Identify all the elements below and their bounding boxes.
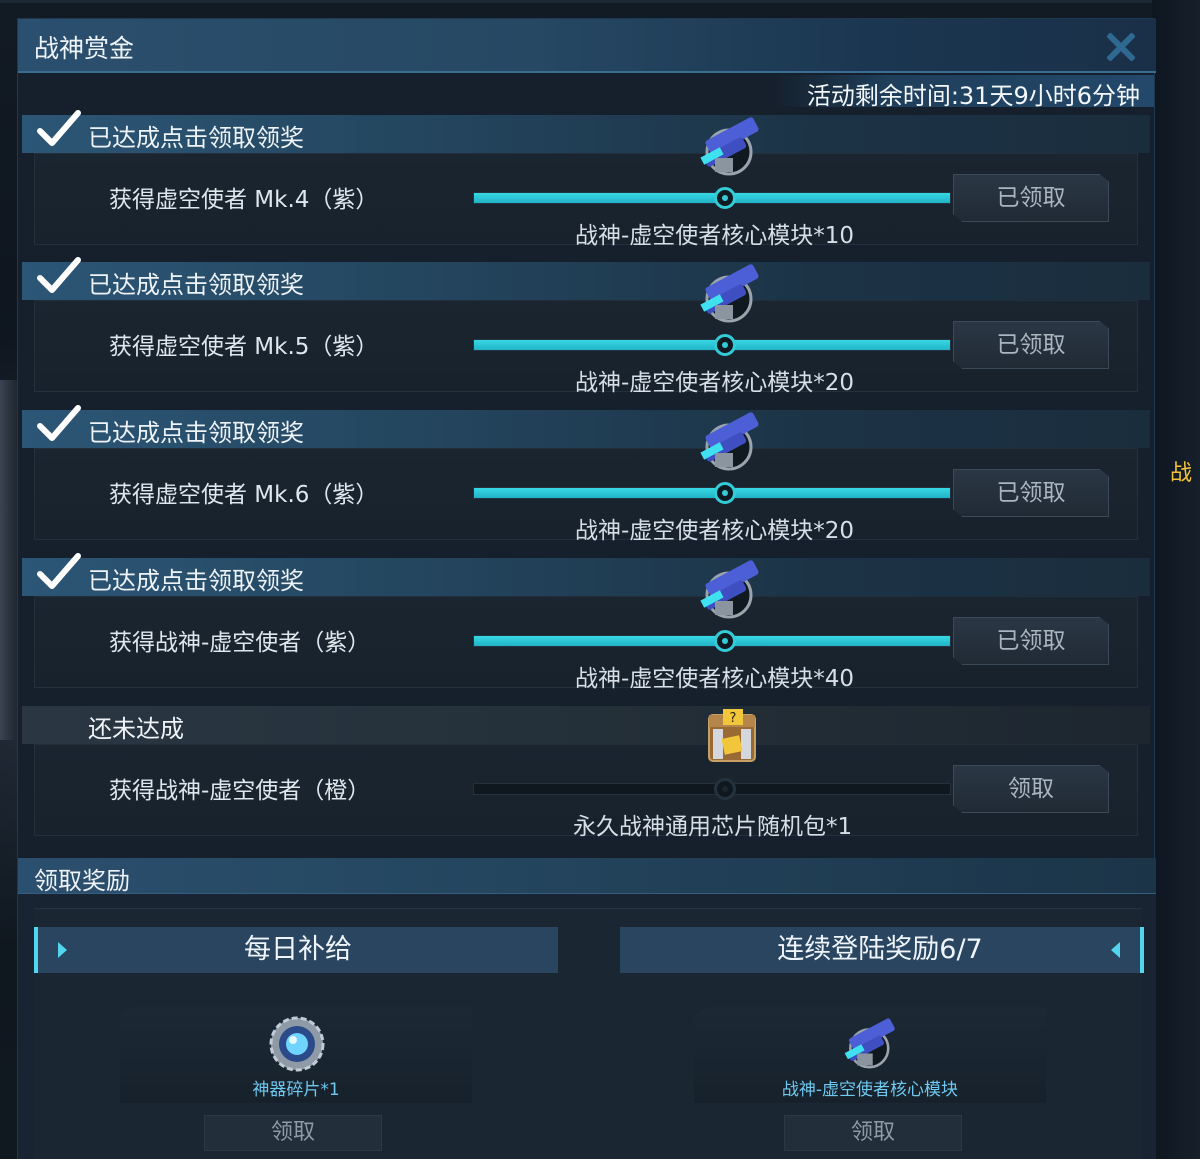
tab-label: 每日补给 — [244, 934, 352, 965]
login-claim-button[interactable]: 领取 — [784, 1115, 962, 1151]
progress-knob — [714, 630, 736, 652]
checkmark-icon — [37, 110, 81, 146]
progress-knob — [714, 778, 736, 800]
claim-rewards-section: 领取奖励 每日补给 连续登陆奖励6/7 神器碎片*1 战神-虚空使者核心模块 领… — [18, 858, 1156, 1159]
progress-fill — [474, 340, 950, 350]
section-body: 每日补给 连续登陆奖励6/7 神器碎片*1 战神-虚空使者核心模块 领取 领取 — [34, 908, 1144, 1159]
progress-knob — [714, 482, 736, 504]
time-remaining: 活动剩余时间:31天9小时6分钟 — [806, 82, 1140, 110]
claim-button[interactable]: 领取 — [953, 765, 1109, 813]
reward-row: 已达成点击领取领奖 获得虚空使者 Mk.6（紫） 战神-虚空使者核心模块*20 … — [22, 405, 1150, 552]
row-label: 获得战神-虚空使者（橙） — [109, 778, 371, 804]
row-label: 获得战神-虚空使者（紫） — [109, 630, 371, 656]
progress-knob — [714, 187, 736, 209]
background-side-text: 战 — [1169, 461, 1192, 486]
row-body: 获得虚空使者 Mk.4（紫） 战神-虚空使者核心模块*10 已领取 — [34, 117, 1138, 249]
daily-reward-card: 神器碎片*1 — [120, 1007, 472, 1103]
bounty-window: 战神赏金 活动剩余时间:31天9小时6分钟 已达成点击领取领奖 获得虚空使者 M… — [17, 18, 1156, 1159]
tab-label: 连续登陆奖励6/7 — [777, 934, 983, 965]
claimed-button-label: 已领取 — [996, 332, 1066, 358]
reward-row: 已达成点击领取领奖 获得虚空使者 Mk.5（紫） 战神-虚空使者核心模块*20 … — [22, 257, 1150, 404]
claimed-button[interactable]: 已领取 — [953, 321, 1109, 369]
tab-daily-supply[interactable]: 每日补给 — [34, 927, 558, 973]
row-body: 获得战神-虚空使者（紫） 战神-虚空使者核心模块*40 已领取 — [34, 560, 1138, 692]
row-header: 已达成点击领取领奖 — [22, 553, 1150, 596]
weapon-core-icon — [700, 117, 759, 176]
row-status: 已达成点击领取领奖 — [88, 567, 304, 595]
row-header: 还未达成 — [22, 706, 1150, 744]
progress-track — [473, 635, 951, 647]
background-right-edge — [1152, 0, 1200, 1159]
claimed-button[interactable]: 已领取 — [953, 469, 1109, 517]
progress-knob — [714, 334, 736, 356]
row-label: 获得虚空使者 Mk.5（紫） — [109, 334, 379, 360]
row-body: 获得战神-虚空使者（橙） 永久战神通用芯片随机包*1 ? 领取 — [34, 709, 1138, 840]
progress-fill — [474, 488, 950, 498]
login-reward-card: 战神-虚空使者核心模块 — [694, 1007, 1046, 1103]
close-icon[interactable] — [1100, 27, 1140, 67]
row-label: 获得虚空使者 Mk.4（紫） — [109, 187, 379, 213]
reward-text: 战神-虚空使者核心模块*40 — [575, 666, 855, 692]
arrow-right-icon — [58, 942, 67, 958]
claimed-button[interactable]: 已领取 — [953, 174, 1109, 222]
gear-shard-icon — [269, 1016, 325, 1072]
progress-track — [473, 487, 951, 499]
tab-login-reward[interactable]: 连续登陆奖励6/7 — [620, 927, 1144, 973]
progress-fill — [474, 193, 950, 203]
claimed-button-label: 已领取 — [996, 185, 1066, 211]
row-status: 已达成点击领取领奖 — [88, 271, 304, 299]
time-remaining-bar: 活动剩余时间:31天9小时6分钟 — [774, 75, 1154, 110]
claim-label: 领取 — [850, 1120, 895, 1145]
row-status: 已达成点击领取领奖 — [88, 419, 304, 447]
claim-button-label: 领取 — [1008, 776, 1054, 802]
arrow-left-icon — [1111, 942, 1120, 958]
row-header: 已达成点击领取领奖 — [22, 405, 1150, 448]
checkmark-icon — [37, 257, 81, 293]
mystery-box-icon: ? — [708, 709, 756, 762]
progress-track — [473, 192, 951, 204]
row-header: 已达成点击领取领奖 — [22, 257, 1150, 300]
svg-text:?: ? — [730, 711, 737, 726]
daily-claim-button[interactable]: 领取 — [204, 1115, 382, 1151]
progress-track — [473, 783, 951, 795]
claimed-button-label: 已领取 — [996, 628, 1066, 654]
daily-reward-text: 神器碎片*1 — [252, 1080, 340, 1100]
row-status: 已达成点击领取领奖 — [88, 124, 304, 152]
reward-row: 还未达成 获得战神-虚空使者（橙） 永久战神通用芯片随机包*1 ? 领取 — [22, 706, 1150, 848]
row-status: 还未达成 — [88, 715, 184, 743]
title-bar: 战神赏金 — [18, 19, 1156, 73]
progress-track — [473, 339, 951, 351]
reward-text: 战神-虚空使者核心模块*20 — [575, 370, 855, 396]
row-label: 获得虚空使者 Mk.6（紫） — [109, 482, 379, 508]
row-body: 获得虚空使者 Mk.5（紫） 战神-虚空使者核心模块*20 已领取 — [34, 264, 1138, 396]
section-header: 领取奖励 — [18, 858, 1156, 895]
reward-text: 战神-虚空使者核心模块*20 — [575, 518, 855, 544]
checkmark-icon — [37, 405, 81, 441]
claimed-button-label: 已领取 — [996, 480, 1066, 506]
weapon-core-icon — [700, 560, 759, 619]
checkmark-icon — [37, 553, 81, 589]
claim-label: 领取 — [270, 1120, 315, 1145]
section-title: 领取奖励 — [34, 867, 130, 895]
window-title: 战神赏金 — [34, 34, 135, 63]
background-divider — [0, 0, 1200, 3]
claimed-button[interactable]: 已领取 — [953, 617, 1109, 665]
login-reward-text: 战神-虚空使者核心模块 — [781, 1080, 959, 1100]
row-header: 已达成点击领取领奖 — [22, 110, 1150, 153]
weapon-core-icon — [700, 264, 759, 323]
reward-row: 已达成点击领取领奖 获得战神-虚空使者（紫） 战神-虚空使者核心模块*40 已领… — [22, 553, 1150, 700]
weapon-core-icon — [844, 1018, 895, 1069]
reward-row: 已达成点击领取领奖 获得虚空使者 Mk.4（紫） 战神-虚空使者核心模块*10 … — [22, 110, 1150, 257]
row-body: 获得虚空使者 Mk.6（紫） 战神-虚空使者核心模块*20 已领取 — [34, 412, 1138, 544]
progress-fill — [474, 636, 950, 646]
reward-text: 永久战神通用芯片随机包*1 — [573, 814, 853, 840]
weapon-core-icon — [700, 412, 759, 471]
reward-text: 战神-虚空使者核心模块*10 — [575, 223, 855, 249]
